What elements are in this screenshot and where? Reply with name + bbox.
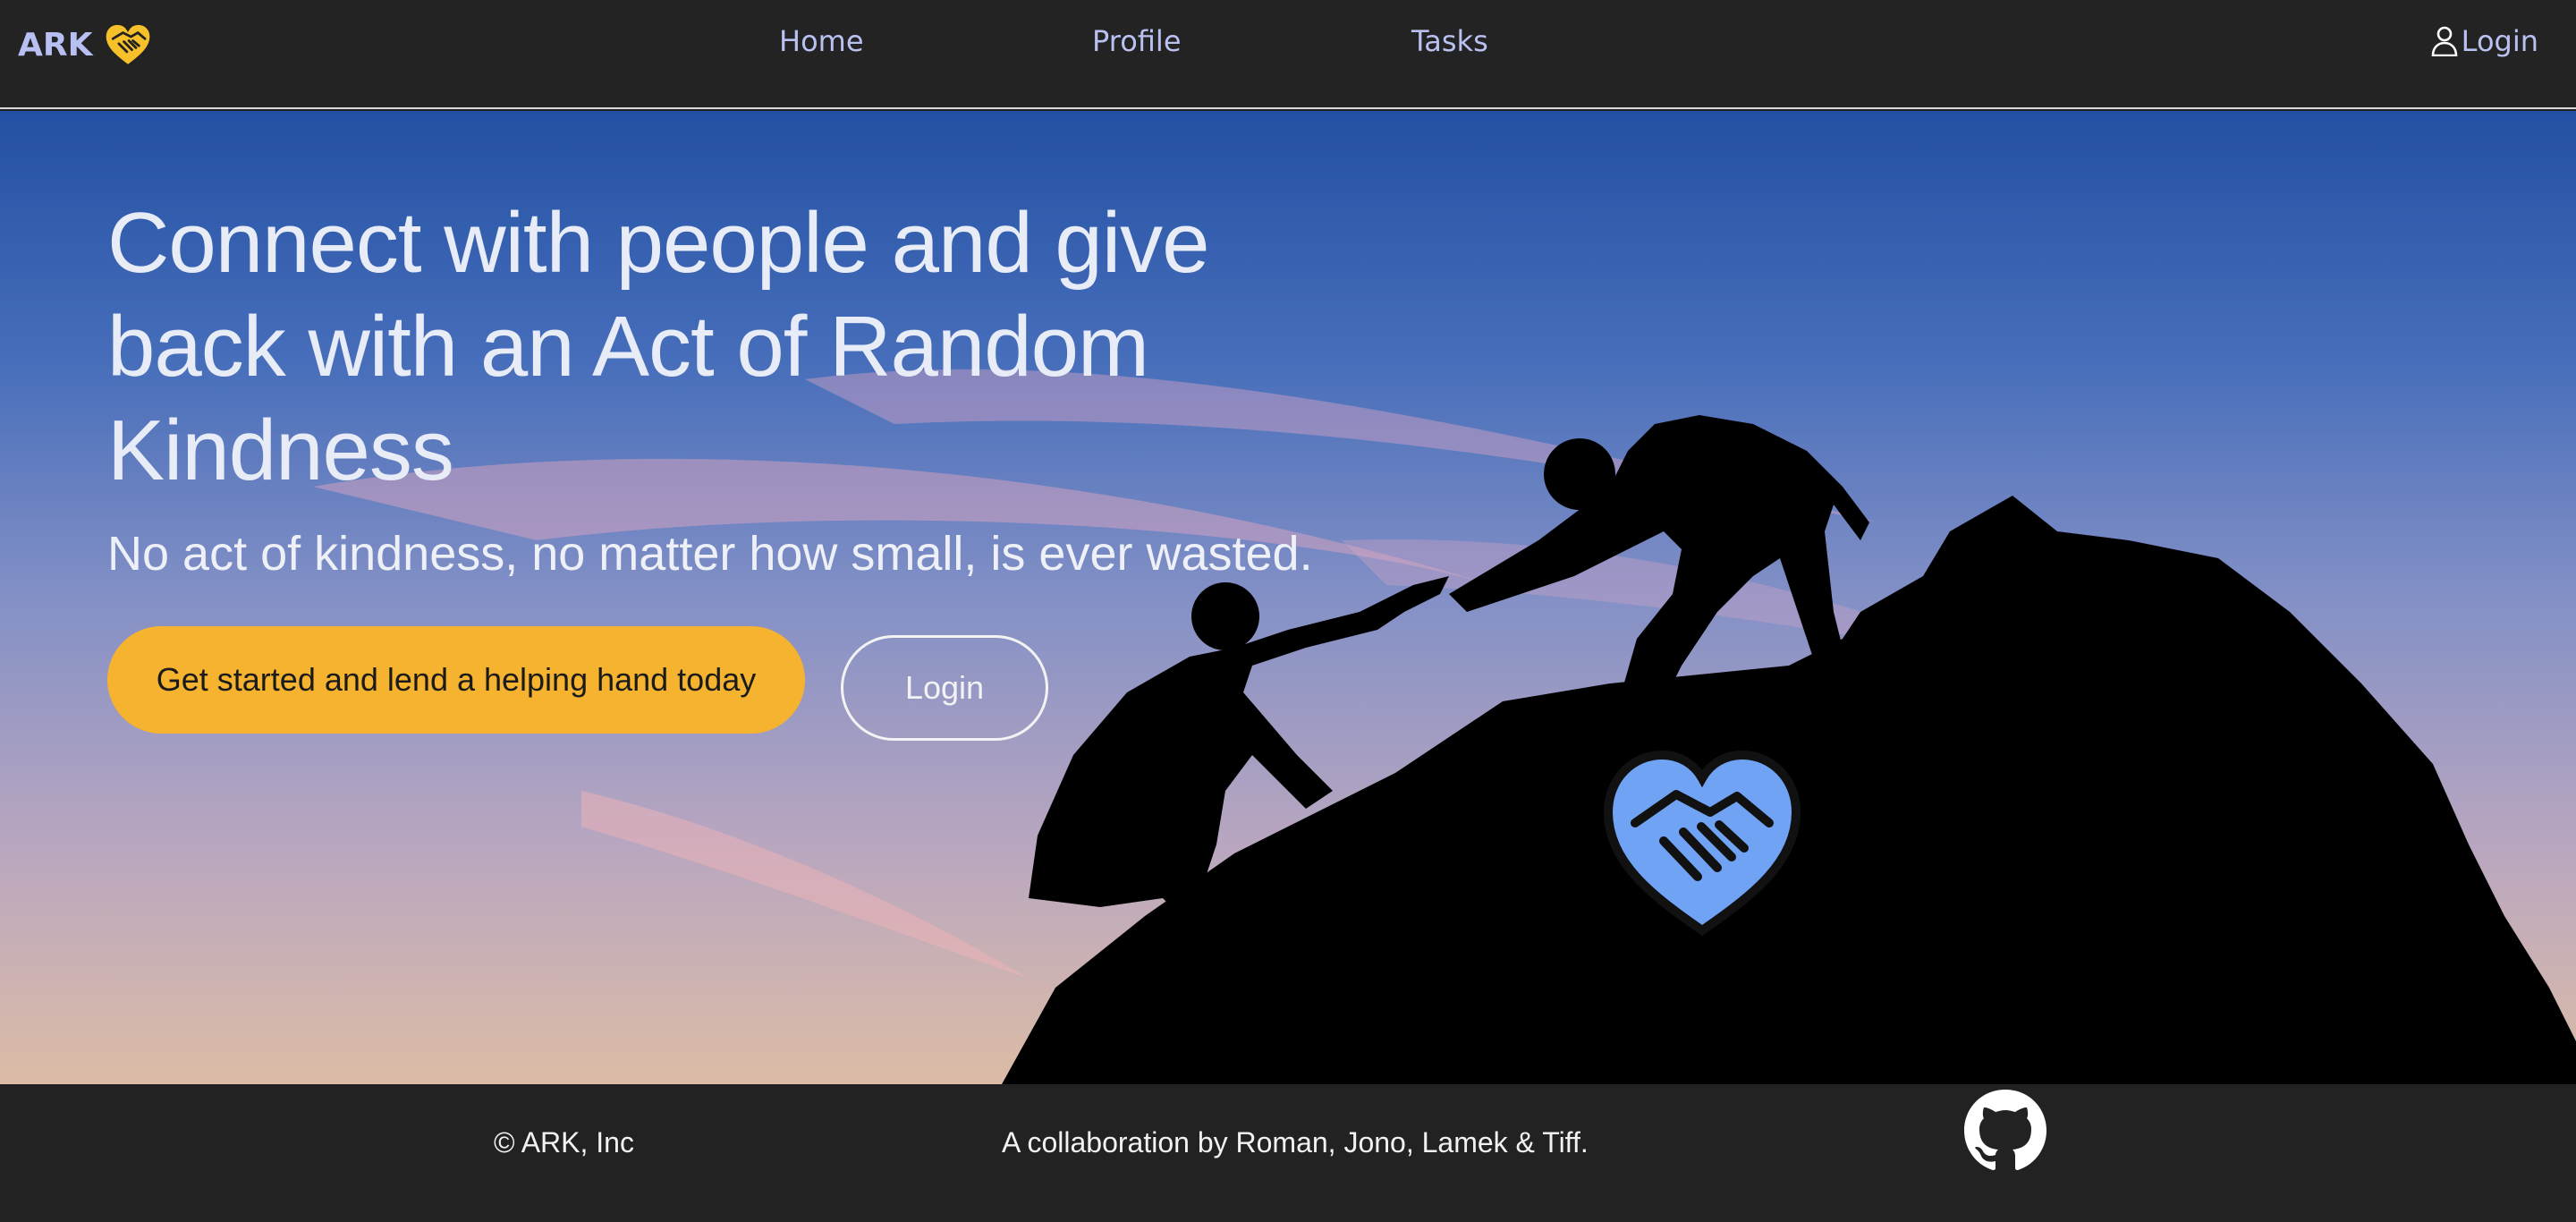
nav-login-label: Login	[2461, 24, 2538, 58]
hero-login-button[interactable]: Login	[841, 635, 1048, 741]
nav-profile-link[interactable]: Profile	[1092, 21, 1182, 61]
get-started-button[interactable]: Get started and lend a helping hand toda…	[107, 626, 805, 734]
heart-handshake-icon	[1603, 750, 1801, 936]
hero-title: Connect with people and give back with a…	[107, 195, 1210, 498]
brand-link[interactable]: ARK	[18, 18, 153, 72]
nav-tasks-link[interactable]: Tasks	[1411, 21, 1488, 61]
footer: © ARK, Inc A collaboration by Roman, Jon…	[0, 1084, 2576, 1222]
heart-handshake-icon	[104, 22, 153, 68]
hero-section: Connect with people and give back with a…	[0, 111, 2576, 1084]
top-navbar: ARK Home Profile Tasks Login	[0, 0, 2576, 109]
nav-home-link[interactable]: Home	[779, 21, 864, 61]
footer-copyright: © ARK, Inc	[494, 1126, 634, 1158]
nav-login-link[interactable]: Login	[2431, 21, 2538, 61]
footer-collaboration: A collaboration by Roman, Jono, Lamek & …	[1002, 1126, 1589, 1158]
github-icon[interactable]	[1962, 1088, 2048, 1175]
hero-subtitle: No act of kindness, no matter how small,…	[107, 527, 1313, 581]
person-icon	[2431, 26, 2457, 56]
brand-name: ARK	[18, 26, 93, 64]
